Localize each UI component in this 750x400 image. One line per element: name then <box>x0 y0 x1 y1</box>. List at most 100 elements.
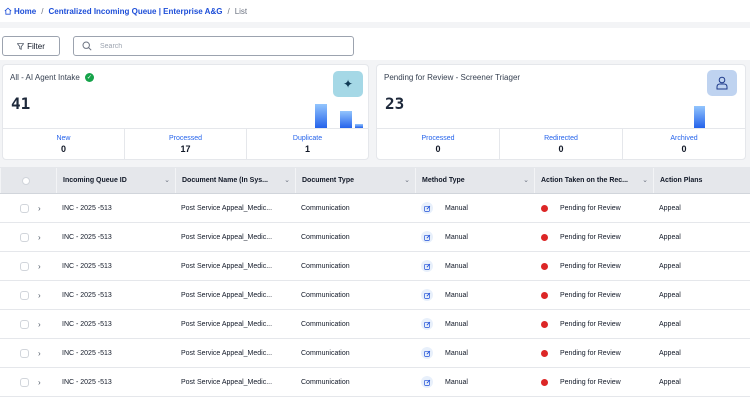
column-header-document-type[interactable]: Document Type ⌄ <box>295 168 415 193</box>
row-checkbox[interactable] <box>20 232 29 242</box>
ai-intake-mini-chart <box>313 102 368 128</box>
edit-icon <box>421 260 433 272</box>
document-name-cell[interactable]: Post Service Appeal_Medic... <box>175 194 295 222</box>
column-header-method-type[interactable]: Method Type ⌄ <box>415 168 534 193</box>
document-name-cell[interactable]: Post Service Appeal_Medic... <box>175 339 295 367</box>
action-plans-cell: Appeal <box>659 291 681 299</box>
row-checkbox[interactable] <box>20 319 29 329</box>
stat-duplicate[interactable]: Duplicate 1 <box>246 129 368 159</box>
document-type-cell: Communication <box>301 320 350 328</box>
queue-id-cell[interactable]: INC - 2025 -513 <box>56 368 175 396</box>
chevron-right-icon[interactable]: › <box>38 204 41 213</box>
chevron-down-icon[interactable]: ⌄ <box>284 176 290 184</box>
document-name-cell[interactable]: Post Service Appeal_Medic... <box>175 223 295 251</box>
document-name-cell[interactable]: Post Service Appeal_Medic... <box>175 310 295 338</box>
chevron-right-icon[interactable]: › <box>38 378 41 387</box>
action-taken-cell: Pending for Review <box>534 223 653 251</box>
column-header-action-plans[interactable]: Action Plans <box>653 168 750 193</box>
chevron-down-icon[interactable]: ⌄ <box>404 176 410 184</box>
pending-review-mini-chart <box>689 102 709 128</box>
table-row[interactable]: › INC - 2025 -513 Post Service Appeal_Me… <box>0 252 750 281</box>
status-dot-icon <box>541 291 548 299</box>
edit-icon <box>421 318 433 330</box>
chevron-down-icon[interactable]: ⌄ <box>642 176 648 184</box>
breadcrumb: Home / Centralized Incoming Queue | Ente… <box>0 0 750 22</box>
document-name-cell[interactable]: Post Service Appeal_Medic... <box>175 281 295 309</box>
column-header-label: Action Plans <box>660 177 703 184</box>
action-taken-cell: Pending for Review <box>534 339 653 367</box>
stat-label: Processed <box>421 134 455 142</box>
stat-label: Archived <box>670 134 698 142</box>
queue-id-cell[interactable]: INC - 2025 -513 <box>56 281 175 309</box>
row-checkbox[interactable] <box>20 203 29 213</box>
status-dot-icon <box>541 262 548 270</box>
ai-intake-title-row: All - AI Agent Intake ✓ <box>10 73 94 82</box>
document-name-cell[interactable]: Post Service Appeal_Medic... <box>175 252 295 280</box>
queue-id-cell[interactable]: INC - 2025 -513 <box>56 223 175 251</box>
filter-button[interactable]: Filter <box>2 36 60 56</box>
table-row[interactable]: › INC - 2025 -513 Post Service Appeal_Me… <box>0 339 750 368</box>
row-checkbox[interactable] <box>20 290 29 300</box>
table-row[interactable]: › INC - 2025 -513 Post Service Appeal_Me… <box>0 310 750 339</box>
table-row[interactable]: › INC - 2025 -513 Post Service Appeal_Me… <box>0 223 750 252</box>
breadcrumb-queue-link[interactable]: Centralized Incoming Queue | Enterprise … <box>48 7 222 16</box>
queue-id-cell[interactable]: INC - 2025 -513 <box>56 194 175 222</box>
action-taken-label: Pending for Review <box>560 320 621 328</box>
stat-redirected[interactable]: Redirected 0 <box>499 129 622 159</box>
edit-icon <box>421 376 433 388</box>
column-header-queue-id[interactable]: Incoming Queue ID ⌄ <box>56 168 175 193</box>
search-input[interactable] <box>100 42 340 50</box>
column-header-label: Incoming Queue ID <box>63 177 127 184</box>
ai-intake-count: 41 <box>11 94 31 113</box>
search-box[interactable] <box>73 36 354 56</box>
chevron-right-icon[interactable]: › <box>38 349 41 358</box>
column-header-label: Action Taken on the Rec... <box>541 177 628 184</box>
document-name-cell[interactable]: Post Service Appeal_Medic... <box>175 368 295 396</box>
ai-intake-card[interactable]: All - AI Agent Intake ✓ 41 ✦ New 0 Proce… <box>2 64 369 160</box>
breadcrumb-home-link[interactable]: Home <box>14 7 36 16</box>
column-header-label: Document Name (In Sys... <box>182 177 268 184</box>
stat-value: 1 <box>304 143 310 154</box>
chevron-down-icon[interactable]: ⌄ <box>523 176 529 184</box>
table-row[interactable]: › INC - 2025 -513 Post Service Appeal_Me… <box>0 368 750 397</box>
action-taken-cell: Pending for Review <box>534 368 653 396</box>
status-dot-icon <box>541 349 548 357</box>
chevron-right-icon[interactable]: › <box>38 233 41 242</box>
check-circle-icon: ✓ <box>84 73 94 82</box>
stat-processed[interactable]: Processed 0 <box>377 129 499 159</box>
document-type-cell: Communication <box>301 262 350 270</box>
chevron-right-icon[interactable]: › <box>38 291 41 300</box>
table-header: Incoming Queue ID ⌄ Document Name (In Sy… <box>0 168 750 194</box>
stat-archived[interactable]: Archived 0 <box>622 129 745 159</box>
chevron-right-icon[interactable]: › <box>38 320 41 329</box>
stat-value: 0 <box>60 143 66 154</box>
chevron-down-icon[interactable]: ⌄ <box>164 176 170 184</box>
table-row[interactable]: › INC - 2025 -513 Post Service Appeal_Me… <box>0 194 750 223</box>
action-plans-cell: Appeal <box>659 204 681 212</box>
column-header-action-taken[interactable]: Action Taken on the Rec... ⌄ <box>534 168 653 193</box>
row-checkbox[interactable] <box>20 261 29 271</box>
select-all-checkbox[interactable] <box>21 176 30 185</box>
method-type-cell: Manual <box>415 223 534 251</box>
filter-icon <box>17 42 25 50</box>
stat-processed[interactable]: Processed 17 <box>124 129 246 159</box>
column-header-document-name[interactable]: Document Name (In Sys... ⌄ <box>175 168 295 193</box>
action-plans-cell: Appeal <box>659 262 681 270</box>
stat-new[interactable]: New 0 <box>3 129 124 159</box>
stat-label: Processed <box>168 134 203 142</box>
action-taken-cell: Pending for Review <box>534 252 653 280</box>
queue-id-cell[interactable]: INC - 2025 -513 <box>56 252 175 280</box>
method-type-label: Manual <box>445 320 468 328</box>
queue-id-cell[interactable]: INC - 2025 -513 <box>56 339 175 367</box>
row-checkbox[interactable] <box>20 348 29 358</box>
table-row[interactable]: › INC - 2025 -513 Post Service Appeal_Me… <box>0 281 750 310</box>
mini-bar <box>315 104 327 128</box>
pending-review-card[interactable]: Pending for Review - Screener Triager 23… <box>376 64 746 160</box>
home-icon[interactable] <box>4 7 12 15</box>
chevron-right-icon[interactable]: › <box>38 262 41 271</box>
queue-id-cell[interactable]: INC - 2025 -513 <box>56 310 175 338</box>
row-controls: › <box>0 368 56 396</box>
row-checkbox[interactable] <box>20 377 29 387</box>
stat-value: 17 <box>180 143 191 154</box>
document-type-cell: Communication <box>301 291 350 299</box>
